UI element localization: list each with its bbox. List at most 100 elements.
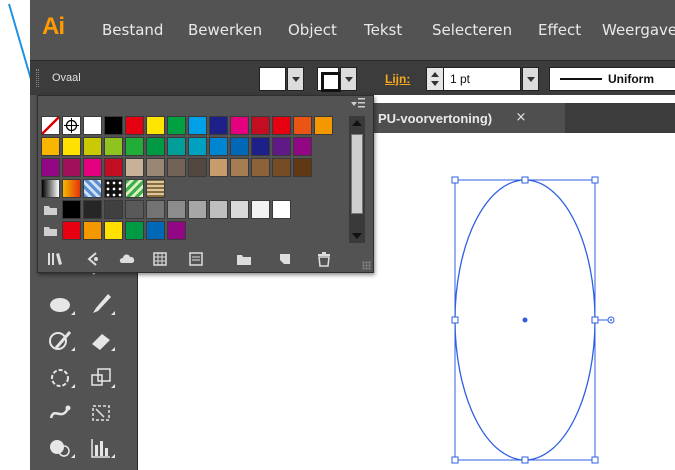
stroke-weight-stepper[interactable] [426, 67, 444, 91]
swatch-color[interactable] [146, 221, 165, 240]
swatch-color[interactable] [104, 158, 123, 177]
menu-weergave[interactable]: Weergave [602, 21, 675, 39]
swatch-color[interactable] [83, 116, 102, 135]
stroke-label[interactable]: Lijn: [385, 72, 410, 86]
swatch-color[interactable] [104, 221, 123, 240]
stroke-color-swatch[interactable] [317, 67, 341, 92]
swatch-color[interactable] [272, 200, 291, 219]
fill-dropdown-button[interactable] [287, 67, 304, 91]
puppet-warp-tool[interactable] [44, 398, 78, 428]
swatch-color[interactable] [41, 158, 60, 177]
swatch-color[interactable] [167, 221, 186, 240]
swatch-color[interactable] [125, 137, 144, 156]
library-icon[interactable] [46, 250, 66, 268]
stroke-weight-field[interactable]: 1 pt [443, 67, 521, 91]
swatch-color[interactable] [125, 158, 144, 177]
swatch-color[interactable] [251, 116, 270, 135]
menu-bestand[interactable]: Bestand [102, 21, 163, 39]
swatch-kinds-icon[interactable] [84, 250, 104, 268]
swatch-pattern-blue[interactable] [83, 179, 102, 198]
swatch-color[interactable] [209, 158, 228, 177]
stroke-weight-dropdown-button[interactable] [522, 67, 539, 91]
swatch-none[interactable] [41, 116, 60, 135]
panel-menu-icon[interactable] [351, 97, 365, 109]
scroll-thumb[interactable] [351, 134, 363, 214]
swatch-color[interactable] [62, 200, 81, 219]
swatch-color[interactable] [62, 221, 81, 240]
swatch-color[interactable] [41, 137, 60, 156]
swatch-color[interactable] [293, 116, 312, 135]
swatch-color[interactable] [209, 137, 228, 156]
document-tab[interactable]: PU-voorvertoning) × [370, 103, 565, 133]
swatch-color[interactable] [83, 158, 102, 177]
swatch-color[interactable] [209, 200, 228, 219]
swatch-color[interactable] [188, 137, 207, 156]
swatch-color[interactable] [104, 200, 123, 219]
graph-tool[interactable] [84, 433, 118, 463]
swatch-color[interactable] [104, 137, 123, 156]
swatch-color[interactable] [272, 137, 291, 156]
swatch-color[interactable] [125, 200, 144, 219]
swatch-color[interactable] [83, 137, 102, 156]
swatch-color[interactable] [167, 116, 186, 135]
swatch-registration[interactable] [62, 116, 81, 135]
swatch-group-folder-icon[interactable] [41, 221, 60, 240]
folder-icon[interactable] [234, 250, 254, 268]
stroke-dropdown-button[interactable] [340, 67, 357, 91]
rotate-tool[interactable] [44, 363, 78, 393]
swatch-color[interactable] [251, 200, 270, 219]
swatch-color[interactable] [230, 116, 249, 135]
menu-tekst[interactable]: Tekst [364, 21, 402, 39]
swatch-color[interactable] [62, 137, 81, 156]
swatch-color[interactable] [272, 158, 291, 177]
menu-selecteren[interactable]: Selecteren [432, 21, 512, 39]
paintbrush-tool[interactable] [84, 290, 118, 320]
shaper-tool[interactable] [44, 326, 78, 356]
swatch-grad-bw[interactable] [41, 179, 60, 198]
panel-resize-grip[interactable] [362, 261, 371, 270]
trash-icon[interactable] [314, 250, 334, 268]
eraser-tool[interactable] [84, 326, 118, 356]
swatch-color[interactable] [167, 158, 186, 177]
swatch-pattern-green[interactable] [125, 179, 144, 198]
swatch-color[interactable] [146, 200, 165, 219]
swatch-color[interactable] [62, 158, 81, 177]
swatch-color[interactable] [209, 116, 228, 135]
menu-object[interactable]: Object [288, 21, 337, 39]
swatch-color[interactable] [230, 200, 249, 219]
menu-effect[interactable]: Effect [538, 21, 581, 39]
swatch-pattern-brown[interactable] [146, 179, 165, 198]
menu-bewerken[interactable]: Bewerken [188, 21, 262, 39]
free-transform-tool[interactable] [84, 398, 118, 428]
swatch-color[interactable] [125, 221, 144, 240]
swatch-scrollbar[interactable] [349, 116, 365, 243]
swatch-color[interactable] [146, 116, 165, 135]
swatch-color[interactable] [104, 116, 123, 135]
swatch-color[interactable] [83, 221, 102, 240]
shape-builder-tool[interactable] [44, 433, 78, 463]
swatch-color[interactable] [251, 158, 270, 177]
swatch-options-icon[interactable] [152, 250, 172, 268]
cloud-sync-icon[interactable] [118, 250, 138, 268]
selected-ellipse[interactable] [440, 170, 620, 470]
swatch-grad-orange[interactable] [62, 179, 81, 198]
fill-color-swatch[interactable] [259, 67, 286, 91]
ellipse-tool[interactable] [44, 290, 78, 320]
swatch-pattern-dots[interactable] [104, 179, 123, 198]
swatch-color[interactable] [188, 200, 207, 219]
swatch-color[interactable] [125, 116, 144, 135]
swatch-color[interactable] [83, 200, 102, 219]
swatch-group-folder-icon[interactable] [41, 200, 60, 219]
close-icon[interactable]: × [515, 111, 527, 124]
swatch-color[interactable] [146, 137, 165, 156]
new-swatch-icon[interactable] [276, 250, 296, 268]
scale-tool[interactable] [84, 363, 118, 393]
swatch-color[interactable] [293, 137, 312, 156]
list-view-icon[interactable] [186, 250, 206, 268]
swatch-color[interactable] [230, 137, 249, 156]
swatch-color[interactable] [272, 116, 291, 135]
swatch-color[interactable] [167, 137, 186, 156]
swatch-color[interactable] [293, 158, 312, 177]
swatch-color[interactable] [230, 158, 249, 177]
swatch-color[interactable] [251, 137, 270, 156]
